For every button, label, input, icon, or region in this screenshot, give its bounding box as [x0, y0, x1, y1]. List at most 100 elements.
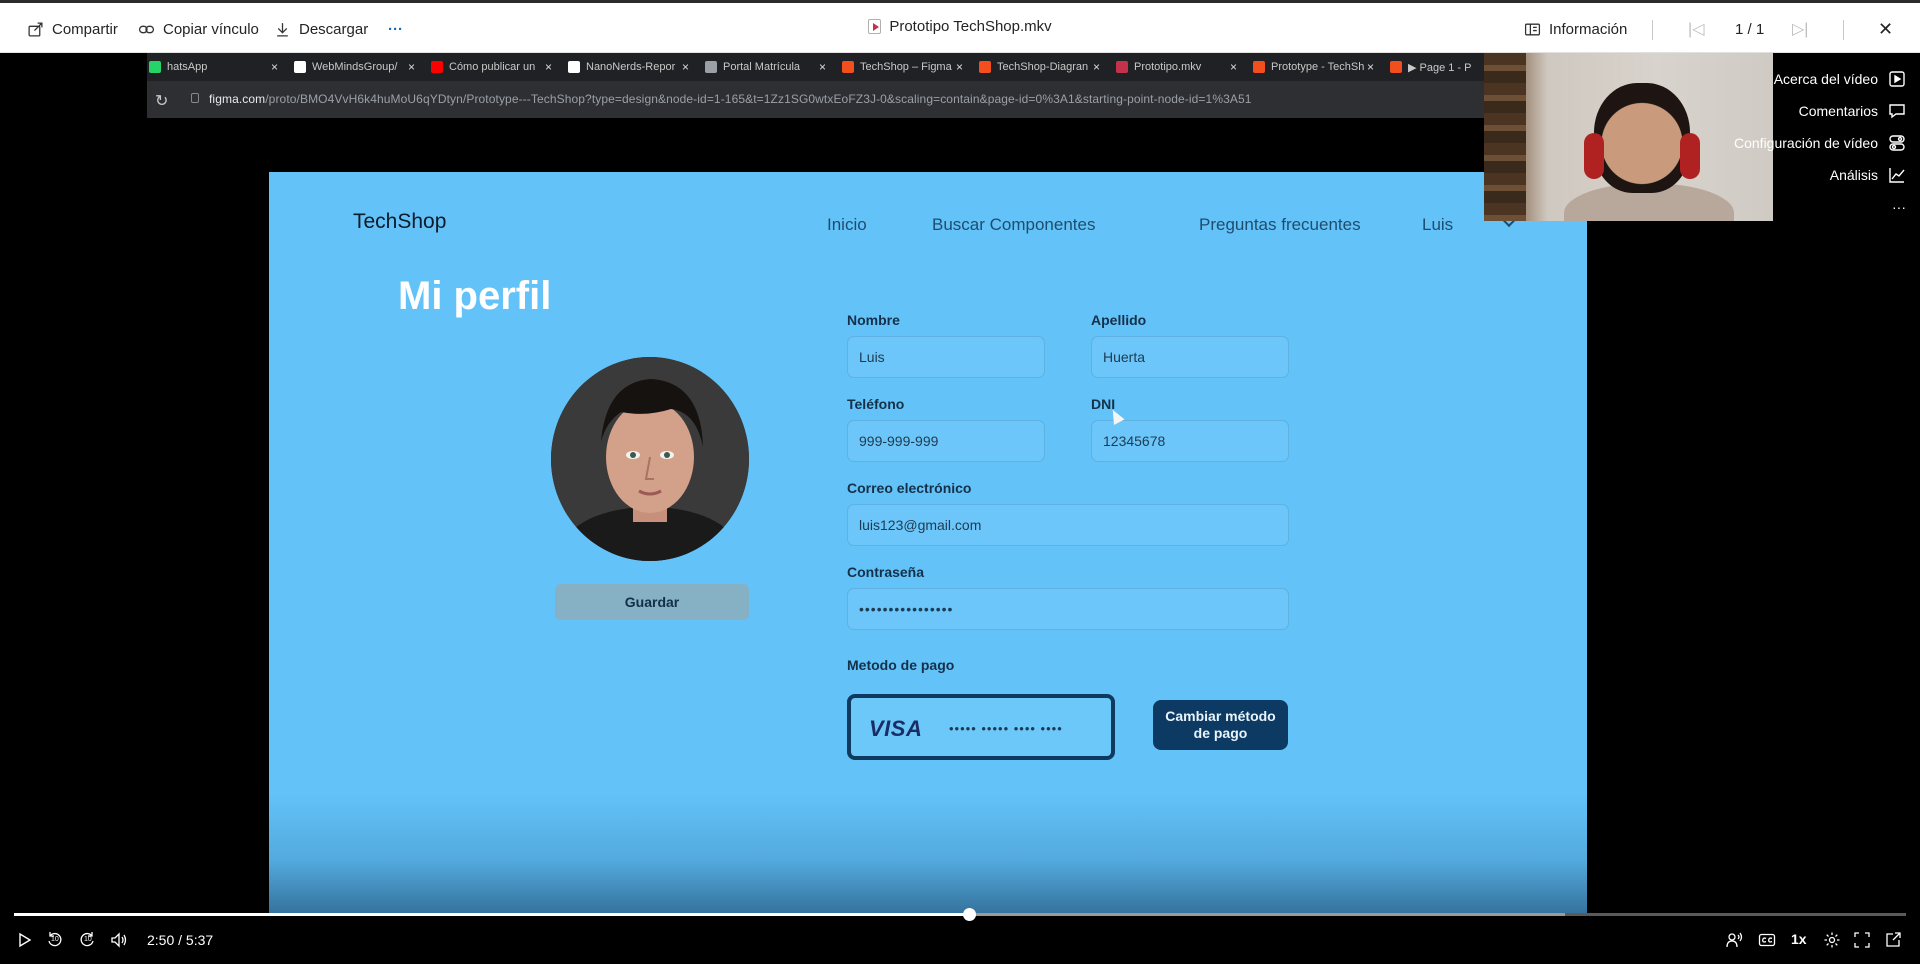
close-icon: × — [544, 60, 552, 74]
recorded-browser-tab: Prototype - TechSh × — [1245, 53, 1374, 81]
recorded-tab-label: Prototipo.mkv — [1134, 61, 1202, 73]
recorded-tab-label: Cómo publicar un — [449, 61, 536, 73]
close-icon: × — [407, 60, 415, 74]
close-icon: × — [1229, 60, 1237, 74]
reload-icon: ↻ — [155, 93, 169, 110]
brand-logo: TechShop — [353, 210, 447, 233]
top-toolbar: Compartir Copiar vínculo Descargar ··· P… — [0, 0, 1920, 53]
captions-button[interactable] — [1758, 931, 1776, 949]
password-label: Contraseña — [847, 564, 925, 580]
played-bar — [14, 913, 970, 916]
nav-faq[interactable]: Preguntas frecuentes — [1199, 215, 1361, 235]
tab-favicon-icon — [842, 61, 854, 73]
seek-bar[interactable] — [14, 908, 1906, 921]
lock-icon — [191, 93, 199, 103]
captions-icon — [1758, 933, 1776, 947]
toolbar-divider — [1843, 20, 1844, 40]
headphones-icon — [1680, 133, 1700, 179]
tab-favicon-icon — [294, 61, 306, 73]
last-page-button[interactable]: ▷| — [1792, 18, 1808, 40]
settings-button[interactable] — [1823, 931, 1841, 949]
seek-thumb[interactable] — [963, 908, 977, 921]
recorded-tab-label: NanoNerds-Repor — [586, 61, 676, 73]
about-video-label: Acerca del vídeo — [1773, 71, 1878, 87]
gear-icon — [1824, 932, 1840, 948]
nav-home[interactable]: Inicio — [827, 215, 867, 235]
about-video-button[interactable]: Acerca del vídeo — [1734, 63, 1906, 95]
play-box-icon — [1889, 71, 1905, 87]
settings-list-icon — [1889, 135, 1905, 151]
recorded-browser-tab: hatsApp × — [99, 53, 278, 81]
recorded-browser-tab: TechShop – Figma × — [834, 53, 963, 81]
nav-user[interactable]: Luis — [1422, 215, 1453, 235]
phone-label: Teléfono — [847, 396, 905, 412]
change-payment-button[interactable]: Cambiar método de pago — [1153, 700, 1288, 750]
recorded-url: figma.com/proto/BMO4VvH6k4huMoU6qYDtyn/P… — [209, 92, 1252, 106]
first-name-label: Nombre — [847, 312, 900, 328]
first-page-icon: |◁ — [1688, 21, 1705, 38]
recorded-tab-label: Portal Matrícula — [723, 61, 801, 73]
tab-favicon-icon — [568, 61, 580, 73]
card-number: ••••• ••••• •••• •••• — [949, 721, 1063, 736]
skip-back-button[interactable]: 10 — [46, 931, 64, 949]
email-field[interactable]: luis123@gmail.com — [847, 504, 1289, 546]
bookshelf — [1484, 53, 1526, 221]
recorded-tab-label: ▶ Page 1 - P — [1408, 61, 1472, 74]
video-viewer: Compartir Copiar vínculo Descargar ··· P… — [0, 0, 1920, 964]
popout-button[interactable] — [1884, 931, 1902, 949]
phone-field[interactable]: 999-999-999 — [847, 420, 1045, 462]
tab-favicon-icon — [705, 61, 717, 73]
headphones-icon — [1584, 133, 1604, 179]
info-label: Información — [1549, 20, 1628, 38]
dni-field[interactable]: 12345678 — [1091, 420, 1289, 462]
profile-avatar — [551, 357, 749, 561]
nav-search-components[interactable]: Buscar Componentes — [932, 215, 1095, 235]
comments-label: Comentarios — [1798, 103, 1878, 119]
skip-forward-seconds: 10 — [84, 936, 92, 943]
skip-back-seconds: 10 — [51, 936, 59, 943]
volume-icon — [111, 932, 127, 948]
tab-favicon-icon — [979, 61, 991, 73]
password-field[interactable]: •••••••••••••••• — [847, 588, 1289, 630]
close-icon: × — [1366, 60, 1374, 74]
recorded-browser-tab: TechShop-Diagran × — [971, 53, 1100, 81]
comments-button[interactable]: Comentarios — [1734, 95, 1906, 127]
close-icon: × — [818, 60, 826, 74]
bottom-fade — [269, 794, 1587, 913]
speaker-view-button[interactable] — [1725, 931, 1743, 949]
fullscreen-button[interactable] — [1853, 931, 1871, 949]
info-button[interactable]: Información — [1524, 18, 1627, 40]
recorded-tab-label: WebMindsGroup/ — [312, 61, 398, 73]
recorded-browser-tab: Prototipo.mkv × — [1108, 53, 1237, 81]
speed-button[interactable]: 1x — [1791, 931, 1807, 947]
side-more-button[interactable]: ··· — [1734, 191, 1906, 223]
skip-forward-button[interactable]: 10 — [78, 931, 96, 949]
first-name-field[interactable]: Luis — [847, 336, 1045, 378]
last-name-field[interactable]: Huerta — [1091, 336, 1289, 378]
first-page-button[interactable]: |◁ — [1688, 18, 1704, 40]
save-button[interactable]: Guardar — [555, 584, 749, 620]
tab-favicon-icon — [1390, 61, 1402, 73]
person-voice-icon — [1726, 932, 1743, 948]
tab-favicon-icon — [431, 61, 443, 73]
page-counter: 1 / 1 — [1735, 20, 1765, 38]
techshop-prototype: TechShop Inicio Buscar Componentes Pregu… — [269, 172, 1587, 913]
tab-favicon-icon — [149, 61, 161, 73]
payment-card[interactable]: VISA ••••• ••••• •••• •••• — [847, 694, 1115, 760]
video-settings-button[interactable]: Configuración de vídeo — [1734, 127, 1906, 159]
close-button[interactable]: ✕ — [1878, 18, 1893, 40]
email-label: Correo electrónico — [847, 480, 972, 496]
file-title-area: Prototipo TechShop.mkv — [0, 18, 1920, 35]
recorded-tab-label: TechShop – Figma — [860, 61, 952, 73]
close-icon: ✕ — [1878, 18, 1894, 39]
play-button[interactable] — [15, 931, 33, 949]
visa-logo: VISA — [869, 716, 923, 741]
recorded-browser-tab: Cómo publicar un × — [423, 53, 552, 81]
analytics-button[interactable]: Análisis — [1734, 159, 1906, 191]
recorded-browser-tab: Portal Matrícula × — [697, 53, 826, 81]
video-frame[interactable]: hatsApp × WebMindsGroup/ × Cómo publicar un ×… — [0, 53, 1920, 913]
toolbar-divider — [1652, 20, 1653, 40]
more-icon: ··· — [1892, 199, 1906, 215]
recorded-browser-tab: WebMindsGroup/ × — [286, 53, 415, 81]
volume-button[interactable] — [110, 931, 128, 949]
